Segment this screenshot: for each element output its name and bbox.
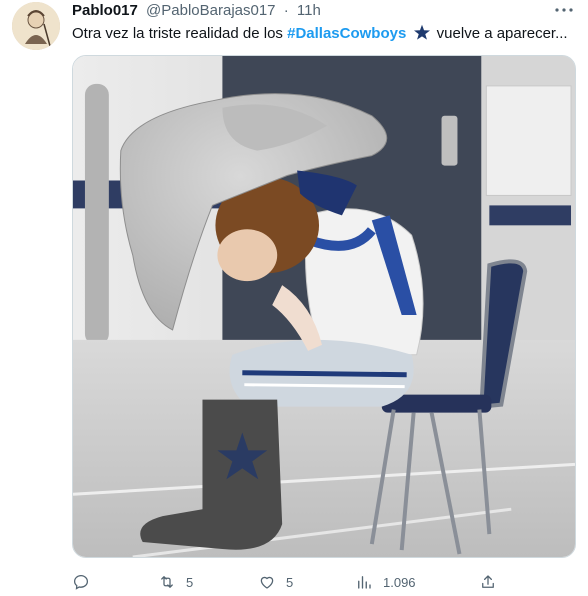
analytics-icon xyxy=(358,576,371,589)
author-handle[interactable]: @PabloBarajas017 xyxy=(146,2,275,19)
views-button[interactable]: 1.096 xyxy=(355,568,416,596)
tweet-text-before: Otra vez la triste realidad de los xyxy=(72,25,283,42)
share-button[interactable] xyxy=(479,568,497,596)
retweet-icon xyxy=(161,576,173,588)
share-icon xyxy=(482,575,494,588)
hashtag-link[interactable]: #DallasCowboys xyxy=(287,25,406,42)
author-name[interactable]: Pablo017 xyxy=(72,2,138,19)
more-horizontal-icon xyxy=(555,8,573,12)
more-icon[interactable] xyxy=(550,0,578,20)
avatar[interactable] xyxy=(12,2,60,50)
reply-button[interactable] xyxy=(72,568,100,596)
tweet-text: Otra vez la triste realidad de los #Dall… xyxy=(72,24,568,43)
timestamp[interactable]: 11h xyxy=(297,2,321,19)
tweet-text-after: vuelve a aparecer... xyxy=(436,25,568,42)
views-count: 1.096 xyxy=(383,574,416,590)
action-bar: 5 5 1.096 xyxy=(72,568,502,596)
like-count: 5 xyxy=(286,574,294,590)
heart-icon xyxy=(260,576,274,589)
tweet-media-image[interactable] xyxy=(72,55,576,558)
tweet-header: Pablo017 @PabloBarajas017 · 11h xyxy=(72,2,321,20)
reply-icon xyxy=(73,574,89,590)
retweet-count: 5 xyxy=(186,574,194,590)
separator: · xyxy=(283,2,289,19)
tweet[interactable]: Pablo017 @PabloBarajas017 · 11h Otra vez… xyxy=(0,0,588,593)
star-emoji-icon xyxy=(413,24,431,40)
like-button[interactable]: 5 xyxy=(258,568,293,596)
retweet-button[interactable]: 5 xyxy=(158,568,193,596)
